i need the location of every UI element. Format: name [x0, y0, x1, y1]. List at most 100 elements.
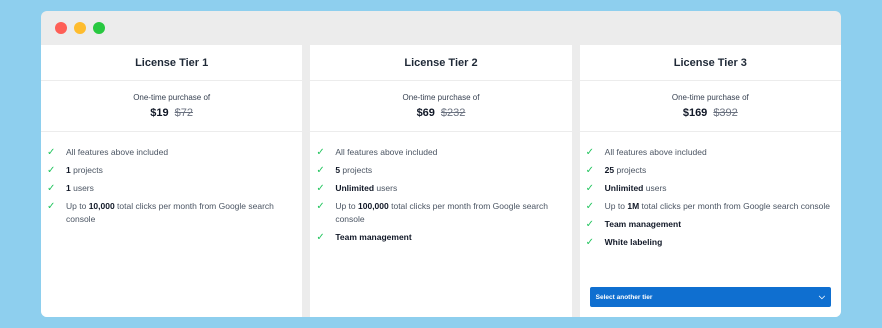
- feature-item: ✓ 25 projects: [586, 164, 831, 177]
- chevron-down-icon: ⌵: [818, 292, 825, 301]
- feature-list: ✓ All features above included ✓ 25 projects…: [580, 132, 841, 254]
- check-icon: ✓: [585, 237, 595, 248]
- feature-highlight: 100,000: [358, 201, 389, 211]
- feature-text: Unlimited users: [335, 182, 397, 195]
- price-line: $169 $392: [683, 107, 738, 119]
- feature-text: Up to 100,000 total clicks per month fro…: [335, 200, 561, 226]
- feature-text: All features above included: [66, 146, 168, 159]
- check-icon: ✓: [316, 183, 325, 194]
- feature-text: All features above included: [605, 146, 707, 159]
- feature-item: ✓ All features above included: [47, 146, 292, 159]
- original-price: $392: [713, 107, 738, 119]
- feature-text-suffix: projects: [340, 165, 373, 175]
- feature-text: White labeling: [605, 236, 663, 249]
- feature-text: Unlimited users: [605, 182, 667, 195]
- feature-text-suffix: users: [374, 183, 398, 193]
- close-window-button[interactable]: [55, 22, 67, 34]
- browser-window: License Tier 1 One-time purchase of $19 $72…: [41, 11, 841, 317]
- feature-text: Up to 10,000 total clicks per month from…: [66, 200, 292, 226]
- feature-highlight: 1M: [627, 201, 640, 211]
- feature-text-prefix: Up to: [335, 201, 359, 211]
- pricing-card-tier-2: License Tier 2 One-time purchase of $69 $23…: [310, 45, 572, 317]
- check-icon: ✓: [316, 232, 325, 243]
- select-another-tier-dropdown[interactable]: Select another tier ⌵: [589, 287, 831, 307]
- feature-highlight: Team management: [335, 232, 412, 242]
- price-caption: One-time purchase of: [133, 93, 211, 102]
- check-icon: ✓: [316, 165, 325, 176]
- feature-list: ✓ All features above included ✓ 1 projects ✓…: [41, 132, 302, 231]
- feature-text: 25 projects: [605, 164, 647, 177]
- check-icon: ✓: [585, 165, 595, 176]
- price-box: One-time purchase of $69 $232: [310, 81, 572, 132]
- feature-item: ✓ Unlimited users: [586, 182, 831, 195]
- feature-text-suffix: All features above included: [604, 147, 707, 157]
- feature-item: ✓ 1 projects: [47, 164, 292, 177]
- feature-item: ✓ All features above included: [586, 146, 831, 159]
- check-icon: ✓: [585, 201, 595, 212]
- feature-text-suffix: users: [643, 183, 667, 193]
- feature-highlight: White labeling: [604, 237, 663, 247]
- feature-text-prefix: Up to: [66, 201, 89, 211]
- feature-item: ✓ All features above included: [316, 146, 561, 159]
- feature-text-prefix: Up to: [604, 201, 628, 211]
- feature-text-suffix: total clicks per month from Google searc…: [639, 201, 831, 211]
- feature-text-suffix: All features above included: [335, 147, 438, 157]
- pricing-card-tier-1: License Tier 1 One-time purchase of $19 $72…: [41, 45, 303, 317]
- original-price: $72: [174, 107, 194, 119]
- feature-text: 1 projects: [66, 164, 103, 177]
- check-icon: ✓: [47, 201, 56, 212]
- feature-item: ✓ Unlimited users: [316, 182, 561, 195]
- check-icon: ✓: [585, 219, 595, 230]
- feature-item: ✓ White labeling: [586, 236, 831, 249]
- price-line: $19 $72: [150, 107, 193, 119]
- current-price: $169: [682, 107, 708, 119]
- check-icon: ✓: [47, 165, 56, 176]
- tier-title: License Tier 1: [41, 45, 303, 81]
- check-icon: ✓: [47, 183, 56, 194]
- price-caption: One-time purchase of: [402, 93, 480, 102]
- feature-item: ✓ Up to 100,000 total clicks per month fr…: [316, 200, 561, 226]
- check-icon: ✓: [585, 183, 595, 194]
- feature-text: Team management: [335, 231, 411, 244]
- pricing-cards: License Tier 1 One-time purchase of $19 $72…: [41, 45, 841, 317]
- check-icon: ✓: [316, 147, 325, 158]
- zoom-window-button[interactable]: [93, 22, 105, 34]
- check-icon: ✓: [585, 147, 595, 158]
- feature-text-suffix: All features above included: [66, 147, 169, 157]
- feature-text: 1 users: [66, 182, 94, 195]
- window-titlebar: [41, 11, 841, 45]
- current-price: $19: [150, 107, 169, 119]
- feature-highlight: Unlimited: [604, 183, 644, 193]
- feature-text-suffix: users: [70, 183, 94, 193]
- tier-title: License Tier 3: [579, 45, 841, 81]
- check-icon: ✓: [316, 201, 325, 212]
- current-price: $69: [416, 107, 435, 119]
- feature-item: ✓ Team management: [316, 231, 561, 244]
- feature-item: ✓ Up to 10,000 total clicks per month fro…: [47, 200, 292, 226]
- price-line: $69 $232: [417, 107, 466, 119]
- feature-text: All features above included: [335, 146, 437, 159]
- feature-list: ✓ All features above included ✓ 5 projects ✓…: [310, 132, 571, 249]
- feature-text: Team management: [605, 218, 681, 231]
- feature-text: 5 projects: [335, 164, 372, 177]
- price-caption: One-time purchase of: [671, 93, 749, 102]
- original-price: $232: [440, 107, 466, 119]
- feature-highlight: 25: [604, 165, 615, 175]
- feature-text-suffix: projects: [70, 165, 103, 175]
- feature-item: ✓ 5 projects: [316, 164, 561, 177]
- feature-highlight: 10,000: [88, 201, 115, 211]
- feature-item: ✓ 1 users: [47, 182, 292, 195]
- pricing-card-tier-3: License Tier 3 One-time purchase of $169 $3…: [579, 45, 841, 317]
- minimize-window-button[interactable]: [74, 22, 86, 34]
- price-box: One-time purchase of $19 $72: [41, 81, 303, 132]
- feature-highlight: Unlimited: [335, 183, 375, 193]
- check-icon: ✓: [47, 147, 56, 158]
- feature-item: ✓ Up to 1M total clicks per month from Go…: [586, 200, 831, 213]
- feature-text: Up to 1M total clicks per month from Goo…: [605, 200, 830, 213]
- feature-text-suffix: projects: [614, 165, 647, 175]
- feature-highlight: Team management: [604, 219, 682, 229]
- feature-item: ✓ Team management: [586, 218, 831, 231]
- tier-title: License Tier 2: [310, 45, 572, 81]
- tier-select-label: Select another tier: [595, 293, 653, 301]
- price-box: One-time purchase of $169 $392: [579, 81, 841, 132]
